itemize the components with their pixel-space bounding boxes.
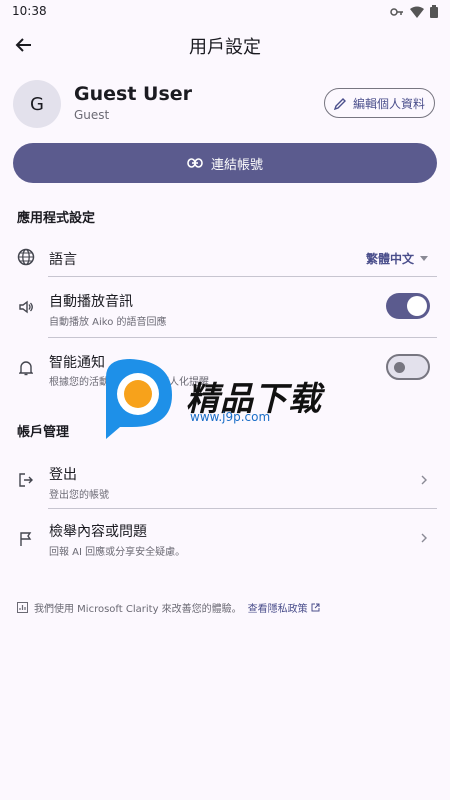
bell-icon — [16, 358, 36, 378]
notify-title: 智能通知 — [49, 355, 105, 371]
pencil-icon — [333, 97, 346, 110]
report-title: 檢舉內容或問題 — [49, 524, 147, 540]
language-value: 繁體中文 — [365, 252, 414, 266]
language-label: 語言 — [49, 252, 77, 268]
external-link-icon — [311, 603, 320, 612]
dropdown-arrow-icon — [420, 256, 428, 261]
autoplay-subtitle: 自動播放 Aiko 的語音回應 — [49, 317, 167, 328]
autoplay-title: 自動播放音訊 — [49, 294, 133, 310]
avatar-initial: G — [30, 93, 44, 115]
page-title: 用戶設定 — [189, 37, 261, 58]
edit-profile-button[interactable]: 編輯個人資料 — [324, 88, 435, 118]
globe-icon — [16, 247, 36, 267]
chevron-right-icon — [421, 533, 427, 543]
app-settings-title: 應用程式設定 — [17, 211, 96, 226]
speaker-icon — [16, 297, 36, 317]
divider — [48, 337, 437, 338]
status-bar: 10:38 — [0, 0, 450, 24]
watermark-url: www.j9p.com — [190, 410, 271, 424]
logout-subtitle: 登出您的帳號 — [49, 490, 109, 501]
autoplay-toggle[interactable] — [386, 293, 430, 319]
avatar: G — [13, 80, 61, 128]
footer-text: 我們使用 Microsoft Clarity 來改善您的體驗。 — [34, 604, 242, 615]
wifi-icon — [410, 6, 424, 18]
privacy-policy-label: 查看隱私政策 — [247, 604, 308, 615]
toggle-knob — [394, 362, 405, 373]
analytics-icon — [17, 602, 28, 613]
logout-title: 登出 — [49, 467, 77, 483]
footer: 我們使用 Microsoft Clarity 來改善您的體驗。 查看隱私政策 — [17, 600, 320, 615]
chevron-right-icon — [421, 475, 427, 485]
battery-icon — [430, 5, 438, 18]
user-role: Guest — [74, 108, 110, 122]
account-section-title: 帳戶管理 — [17, 425, 70, 440]
divider — [48, 508, 437, 509]
key-icon — [390, 7, 403, 16]
status-icons — [390, 5, 438, 18]
toggle-knob — [407, 296, 427, 316]
status-time: 10:38 — [12, 4, 47, 18]
divider — [48, 276, 437, 277]
link-icon — [187, 158, 203, 168]
language-dropdown[interactable]: 繁體中文 — [366, 250, 428, 267]
connect-account-label: 連結帳號 — [210, 157, 263, 173]
privacy-policy-link[interactable]: 查看隱私政策 — [248, 600, 320, 615]
notify-toggle[interactable] — [386, 354, 430, 380]
edit-profile-label: 編輯個人資料 — [352, 96, 425, 111]
watermark-logo-icon — [106, 359, 172, 439]
connect-account-button[interactable]: 連結帳號 — [13, 143, 437, 183]
report-subtitle: 回報 AI 回應或分享安全疑慮。 — [49, 547, 186, 558]
user-name: Guest User — [74, 83, 193, 105]
